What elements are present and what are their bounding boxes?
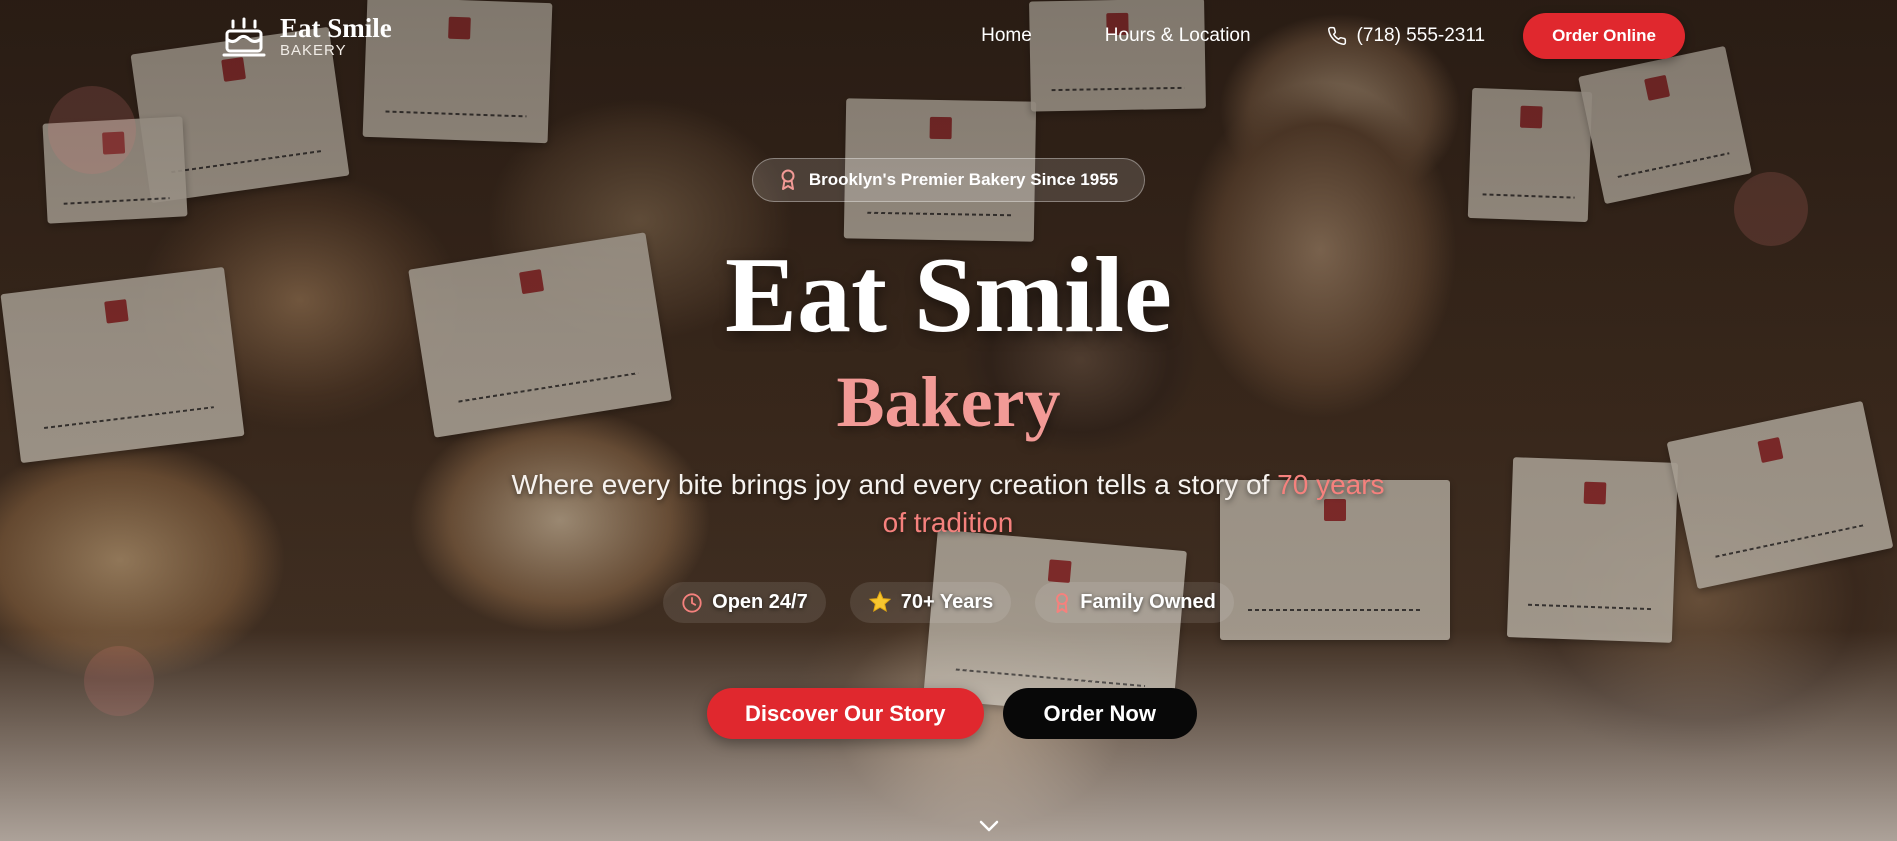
feature-label: Open 24/7	[712, 591, 808, 613]
decorative-circle	[1734, 172, 1808, 246]
main-nav: Home Hours & Location (718) 555-2311 Ord…	[981, 13, 1685, 59]
hero-cta-group: Discover Our Story Order Now	[707, 688, 1197, 739]
feature-family-owned: Family Owned	[1035, 582, 1234, 623]
discover-story-button[interactable]: Discover Our Story	[707, 688, 984, 739]
feature-label: Family Owned	[1080, 591, 1216, 613]
order-online-button[interactable]: Order Online	[1523, 13, 1685, 59]
badge-text: Brooklyn's Premier Bakery Since 1955	[808, 170, 1119, 189]
brand-logo[interactable]: Eat Smile BAKERY	[222, 14, 392, 59]
nav-hours-location-link[interactable]: Hours & Location	[1105, 25, 1251, 47]
award-icon	[781, 169, 795, 190]
phone-link[interactable]: (718) 555-2311	[1327, 25, 1486, 47]
heritage-badge: Brooklyn's Premier Bakery Since 1955	[752, 158, 1145, 202]
nav-home-link[interactable]: Home	[981, 25, 1032, 47]
feature-label: 70+ Years	[900, 591, 994, 613]
brand-name: Eat Smile	[280, 13, 392, 43]
feature-years: 70+ Years	[849, 582, 1012, 623]
decorative-circle	[84, 646, 154, 716]
heart-icon	[1056, 592, 1069, 613]
phone-icon	[1327, 26, 1346, 45]
hero-title: Eat Smile	[725, 236, 1172, 355]
chevron-down-icon[interactable]	[978, 818, 1000, 834]
hero-subtitle: Bakery	[836, 362, 1061, 442]
brand-subtitle: BAKERY	[280, 42, 347, 59]
hero-tagline: Where every bite brings joy and every cr…	[508, 466, 1388, 542]
feature-list: Open 24/7 70+ Years Family Owned	[0, 582, 1897, 623]
star-icon	[868, 591, 891, 613]
decorative-circle	[48, 86, 136, 174]
site-header: Eat Smile BAKERY Home Hours & Location (…	[0, 0, 1897, 74]
tagline-text: Where every bite brings joy and every cr…	[511, 469, 1278, 500]
cake-icon	[222, 17, 266, 56]
order-now-button[interactable]: Order Now	[1002, 688, 1197, 739]
feature-open-hours: Open 24/7	[663, 582, 826, 623]
phone-number: (718) 555-2311	[1356, 25, 1486, 46]
clock-icon	[682, 592, 702, 613]
